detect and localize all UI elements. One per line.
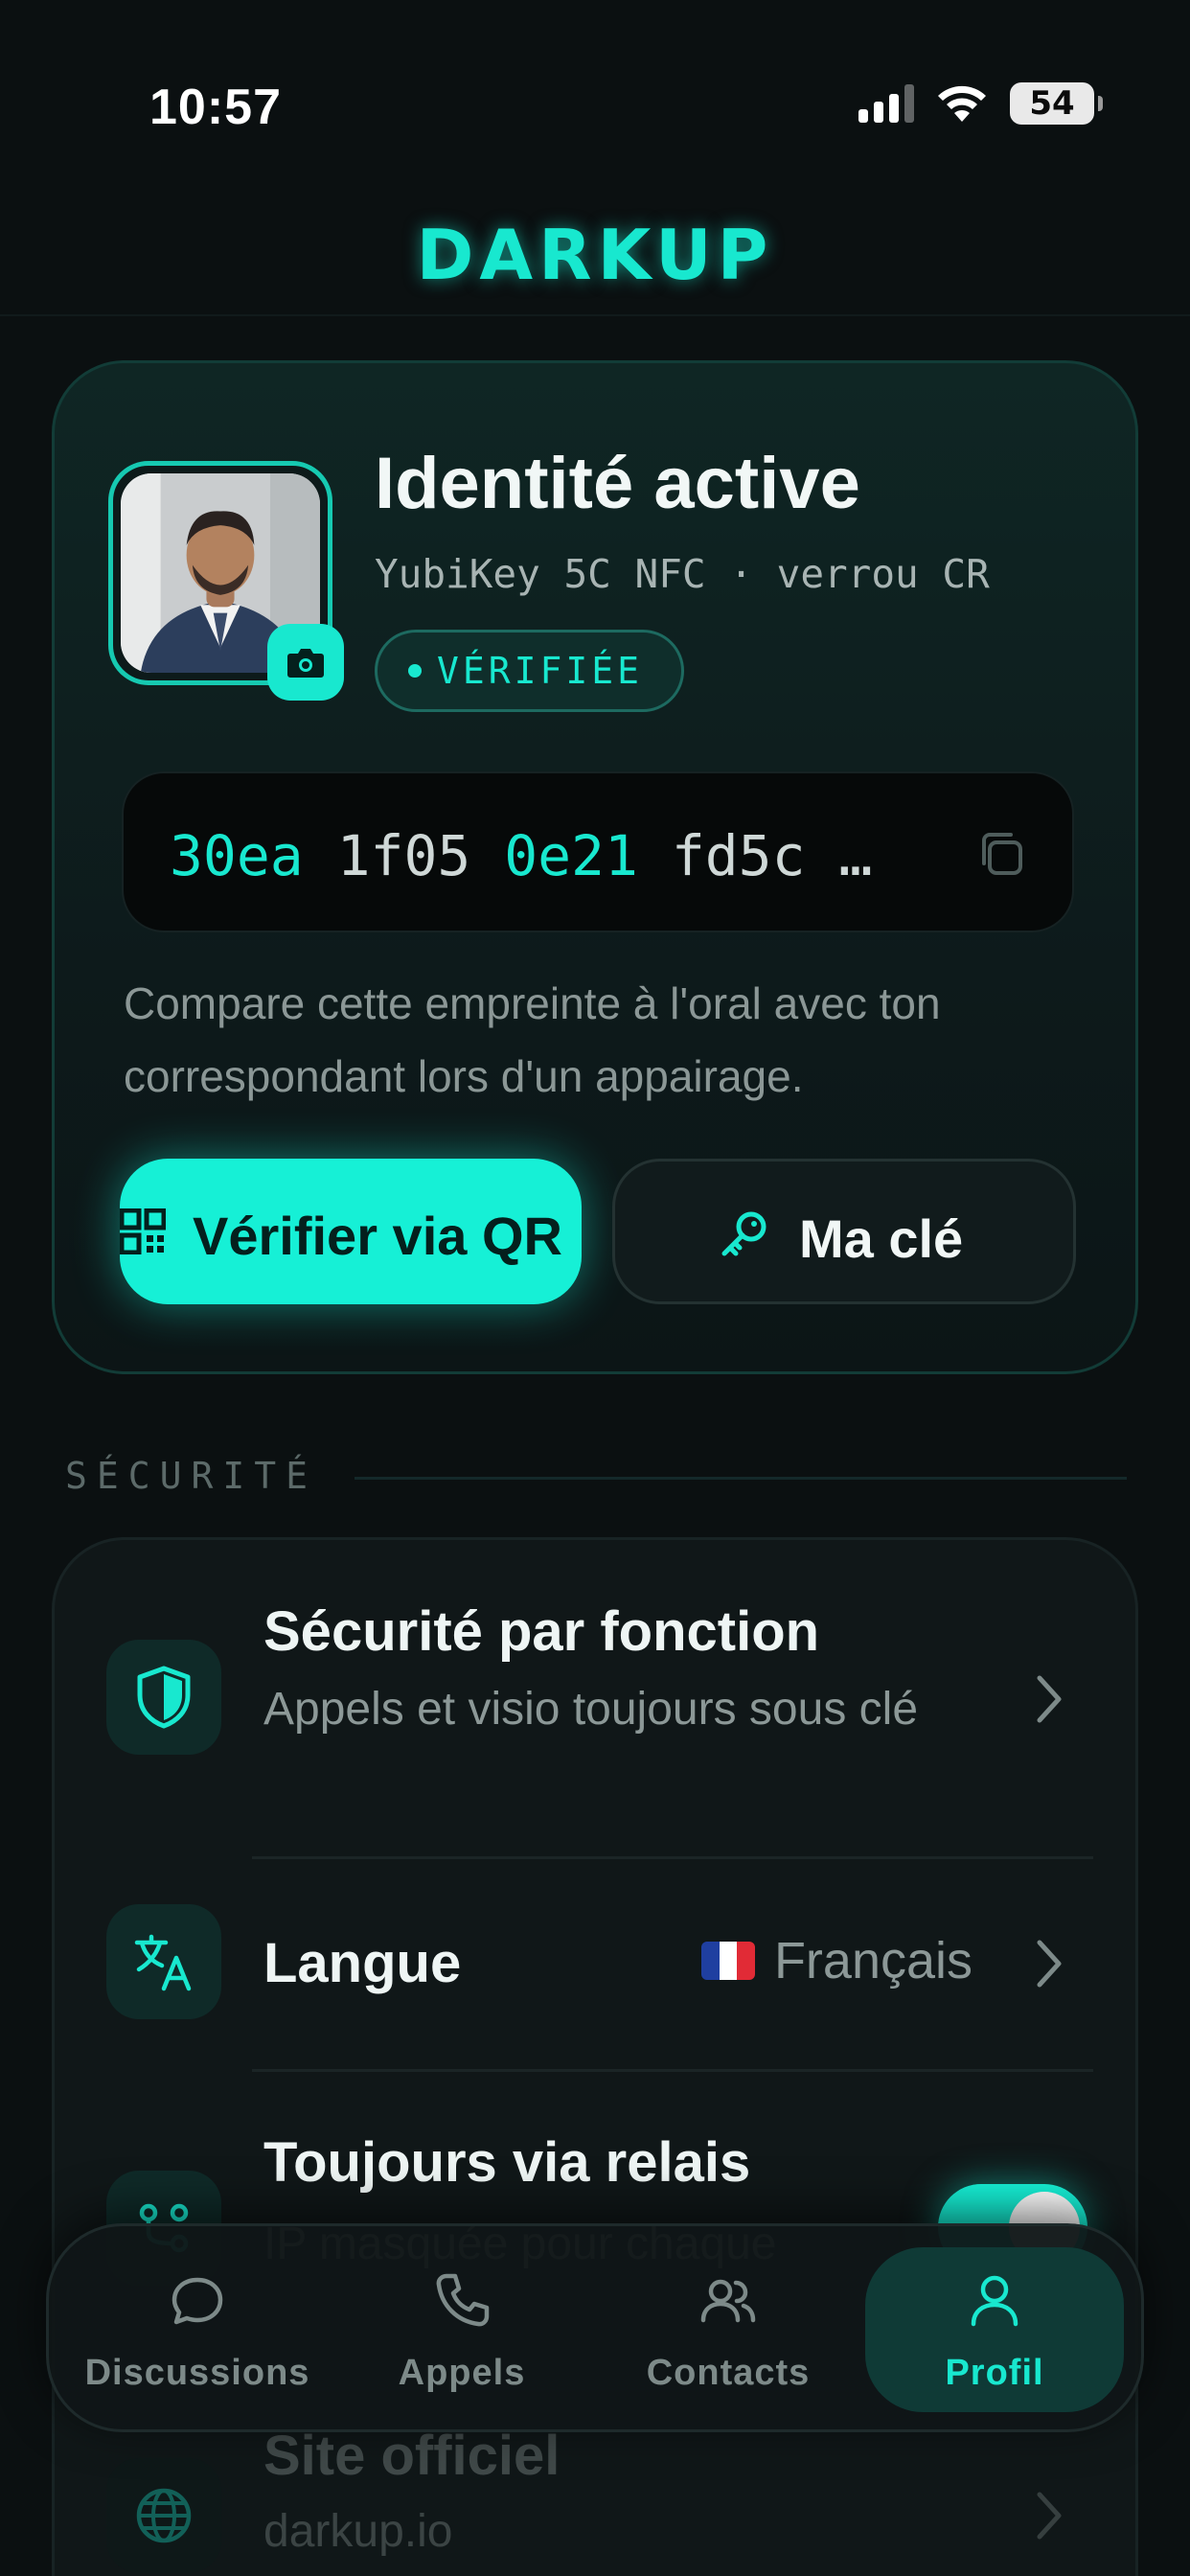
- globe-icon-tile: [106, 2458, 221, 2573]
- row-divider: [252, 1856, 1093, 1859]
- tab-label: Appels: [398, 2353, 526, 2393]
- chat-icon: [172, 2277, 223, 2325]
- settings-row-title: Langue: [263, 1932, 462, 1994]
- translate-icon: [134, 1934, 192, 1991]
- shield-icon-tile: [106, 1640, 221, 1755]
- cellular-signal-icon: [858, 84, 914, 123]
- translate-icon-tile: [106, 1904, 221, 2019]
- qr-code-icon: [120, 1208, 166, 1254]
- globe-icon: [136, 2488, 192, 2543]
- identity-title: Identité active: [375, 443, 860, 524]
- settings-row-subtitle: darkup.io: [263, 2506, 453, 2557]
- language-value: Français: [700, 1931, 973, 1990]
- phone-icon: [436, 2273, 490, 2327]
- tab-label: Discussions: [84, 2353, 310, 2393]
- camera-icon: [287, 649, 324, 678]
- my-key-button[interactable]: Ma clé: [612, 1159, 1076, 1304]
- contacts-icon: [700, 2279, 756, 2323]
- my-key-label: Ma clé: [799, 1208, 964, 1269]
- fingerprint-group: fd5c: [671, 823, 806, 888]
- section-title-security: SÉCURITÉ: [65, 1455, 318, 1497]
- fingerprint-group: 30ea: [170, 823, 304, 888]
- fingerprint-box[interactable]: 30ea 1f05 0e21 fd5c …: [122, 771, 1074, 932]
- language-value-label: Français: [773, 1932, 973, 1990]
- profile-icon: [971, 2275, 1018, 2327]
- app-header: DARKUP: [0, 192, 1190, 316]
- battery-icon: 54: [1010, 82, 1103, 125]
- tab-label: Contacts: [646, 2353, 811, 2393]
- settings-row-subtitle: Appels et visio toujours sous clé: [263, 1684, 919, 1735]
- screen: 10:57 54 DARKUP Identité active YubiKey …: [0, 0, 1190, 2576]
- status-indicators: 54: [858, 82, 1103, 125]
- wifi-icon: [938, 85, 986, 122]
- tab-contacts[interactable]: Contacts: [599, 2247, 858, 2412]
- settings-row-title: Sécurité par fonction: [263, 1600, 820, 1663]
- fingerprint-ellipsis: …: [838, 823, 873, 888]
- fingerprint-group: 0e21: [504, 823, 638, 888]
- verify-qr-label: Vérifier via QR: [193, 1206, 562, 1266]
- status-time: 10:57: [149, 80, 282, 135]
- settings-row-title: Toujours via relais: [263, 2131, 751, 2194]
- section-divider: [355, 1477, 1127, 1480]
- change-photo-button[interactable]: [267, 624, 344, 701]
- chevron-right-icon: [1037, 2492, 1062, 2540]
- verified-badge-label: VÉRIFIÉE: [437, 650, 644, 692]
- verify-qr-button[interactable]: Vérifier via QR: [120, 1159, 582, 1304]
- fingerprint-value: 30ea 1f05 0e21 fd5c …: [170, 823, 872, 888]
- settings-row-title: Site officiel: [263, 2425, 561, 2487]
- copy-icon[interactable]: [976, 829, 1026, 879]
- row-divider: [252, 2069, 1093, 2072]
- chevron-right-icon: [1037, 1940, 1062, 1988]
- tab-appels[interactable]: Appels: [332, 2247, 591, 2412]
- bottom-tab-bar: Discussions Appels Contacts Profil: [46, 2223, 1144, 2432]
- key-icon: [721, 1211, 767, 1256]
- flag-fr-icon: [700, 1942, 755, 1980]
- chevron-right-icon: [1037, 1675, 1062, 1723]
- fingerprint-group: 1f05: [336, 823, 471, 888]
- identity-subtitle: YubiKey 5C NFC · verrou CR: [375, 551, 990, 597]
- identity-card: Identité active YubiKey 5C NFC · verrou …: [52, 360, 1138, 1374]
- tab-profil[interactable]: Profil: [865, 2247, 1124, 2412]
- verified-badge: VÉRIFIÉE: [375, 630, 685, 712]
- tab-discussions[interactable]: Discussions: [68, 2247, 327, 2412]
- tab-label: Profil: [945, 2353, 1044, 2393]
- battery-level: 54: [1029, 84, 1075, 123]
- fingerprint-help-text: Compare cette empreinte à l'oral avec to…: [124, 978, 941, 1101]
- app-logo: DARKUP: [416, 215, 774, 295]
- shield-icon: [137, 1666, 191, 1729]
- status-dot: [408, 664, 422, 678]
